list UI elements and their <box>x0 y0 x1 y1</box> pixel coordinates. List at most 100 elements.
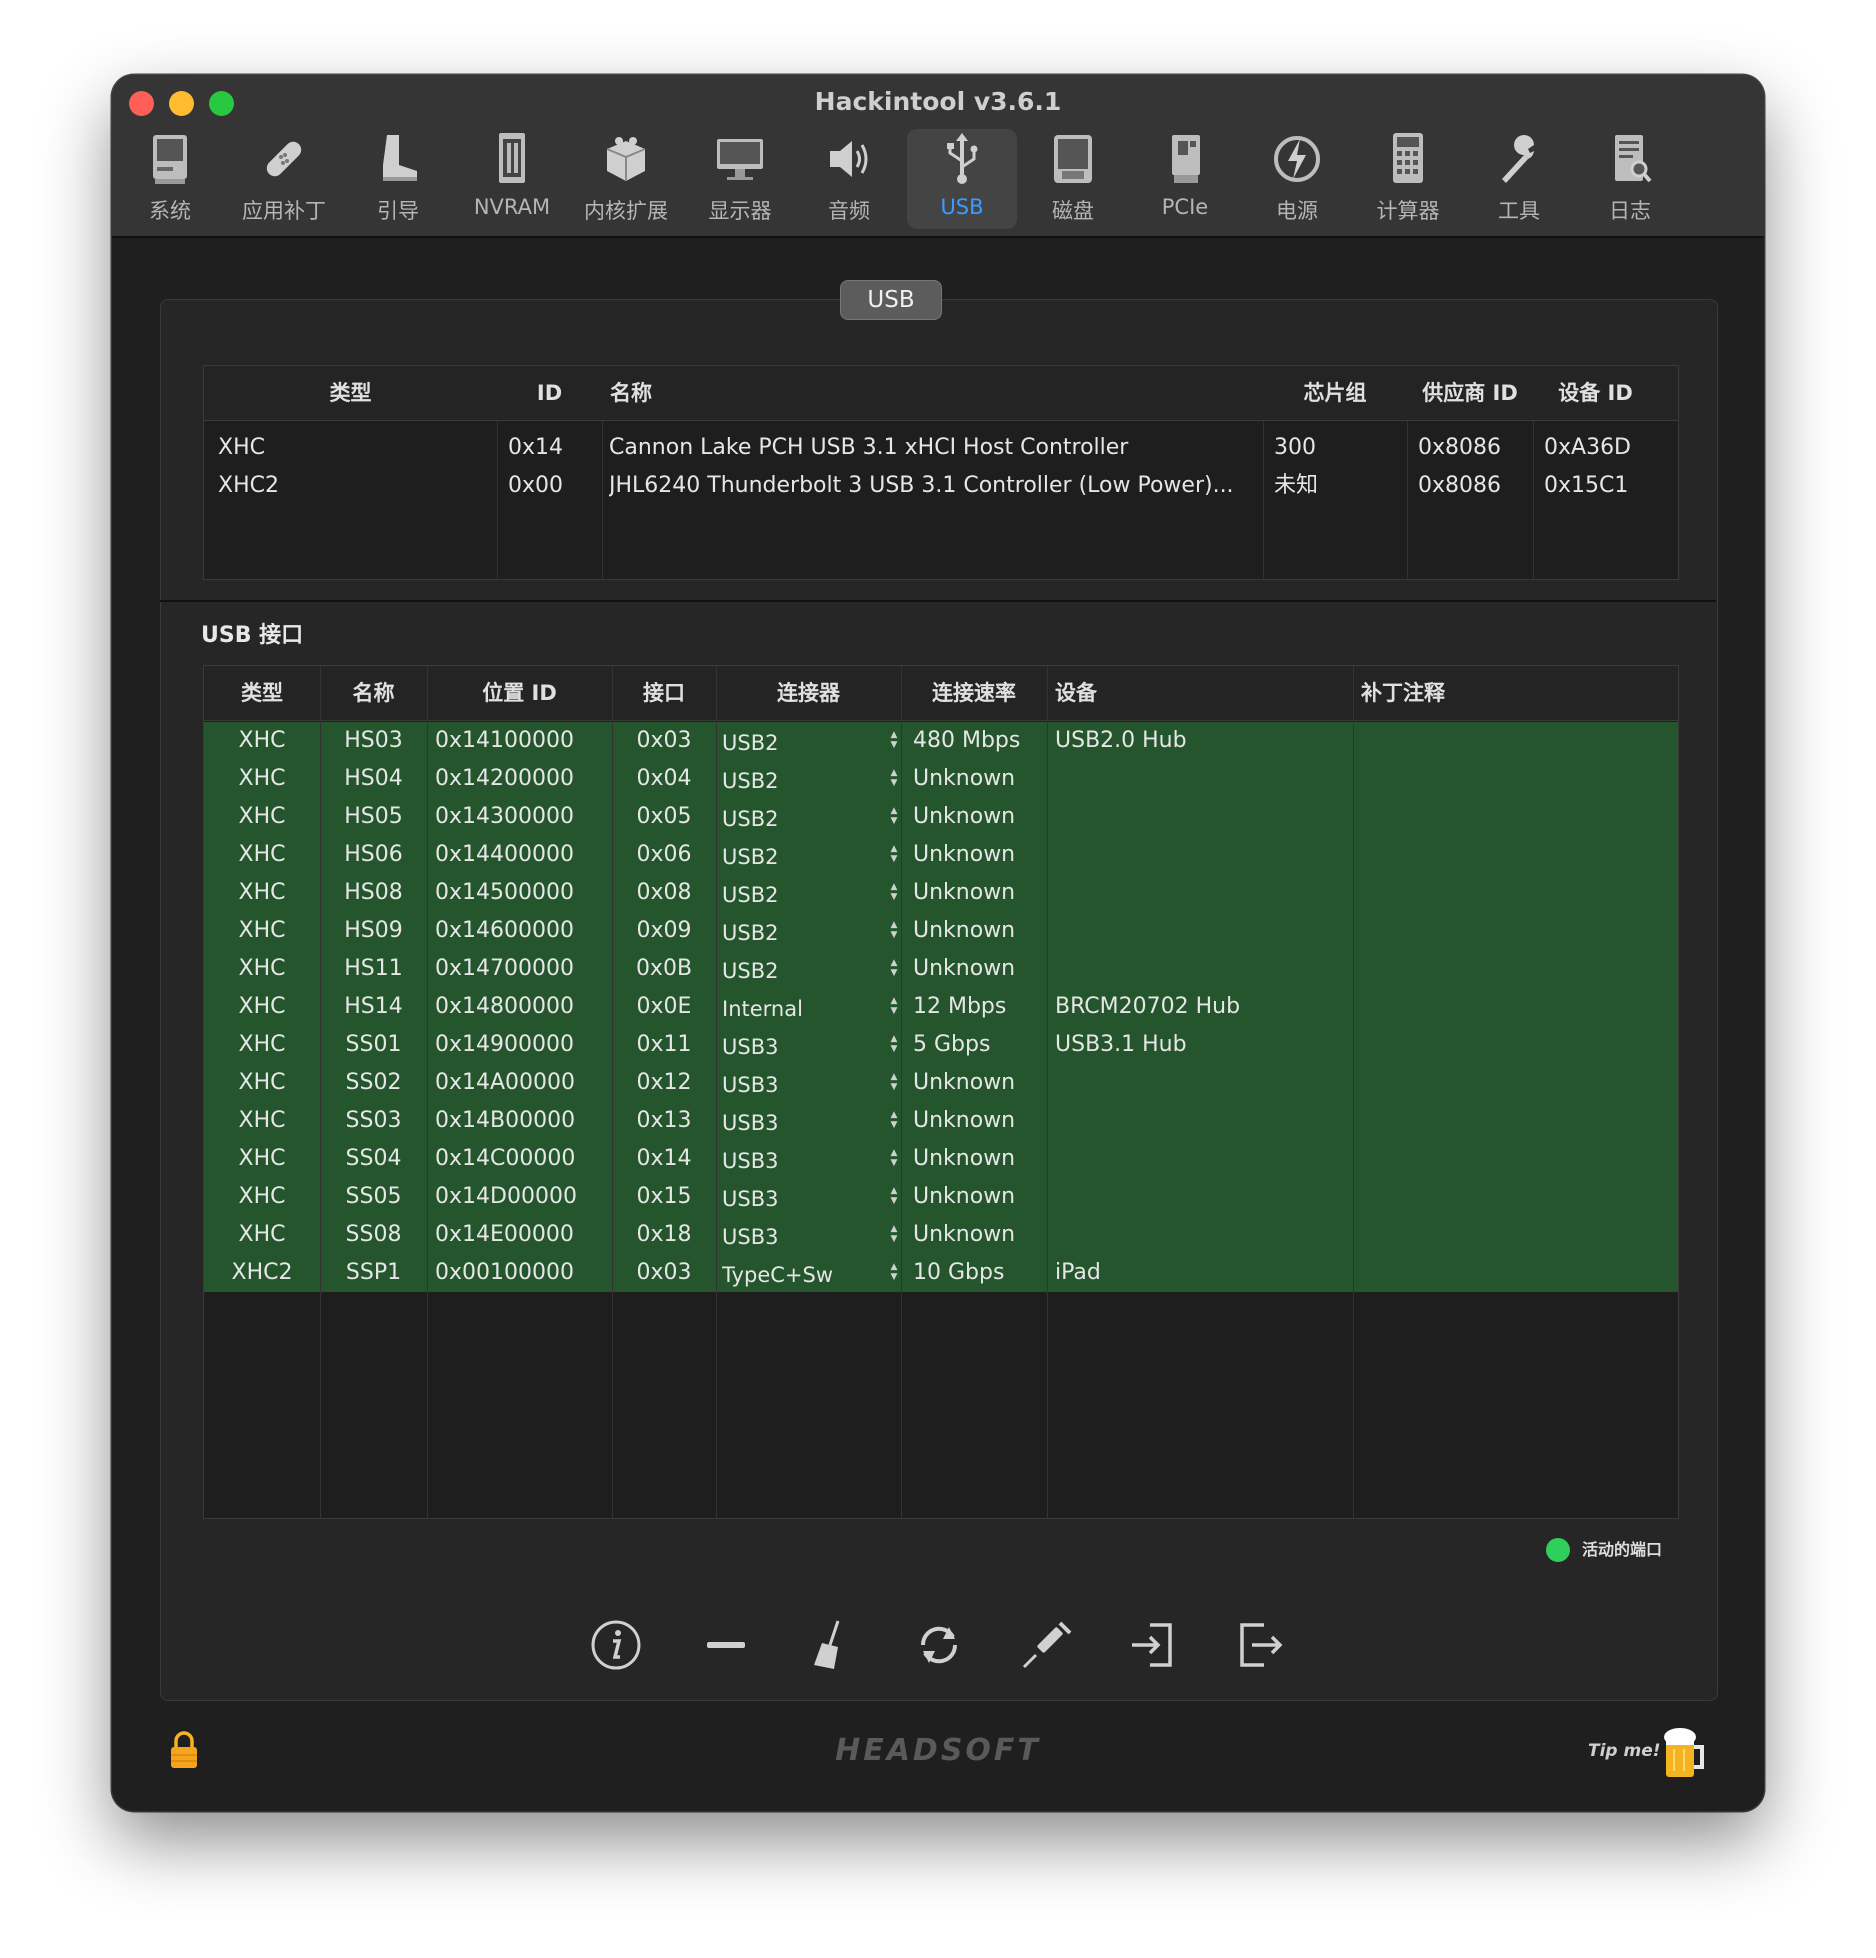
port-speed: Unknown <box>913 1222 1016 1247</box>
col-id[interactable]: ID <box>497 366 602 420</box>
col-chipset[interactable]: 芯片组 <box>1263 366 1407 420</box>
port-connector[interactable]: Internal <box>722 990 882 1028</box>
minus-icon[interactable] <box>696 1615 756 1675</box>
port-connector[interactable]: USB3 <box>722 1104 882 1142</box>
port-connector[interactable]: USB2 <box>722 838 882 876</box>
info-icon[interactable] <box>586 1615 646 1675</box>
tab-kext[interactable]: 内核扩展 <box>571 129 681 229</box>
port-connector[interactable]: USB2 <box>722 952 882 990</box>
connector-stepper-icon[interactable]: ▲ ▼ <box>888 958 900 978</box>
port-connector[interactable]: USB2 <box>722 876 882 914</box>
col-speed[interactable]: 连接速率 <box>901 666 1047 720</box>
port-row[interactable]: XHC SS08 0x14E00000 0x18 USB3 Unknown ▲ ▼ <box>204 1216 1678 1254</box>
broom-icon[interactable] <box>800 1615 860 1675</box>
tip-me-label[interactable]: Tip me! <box>1588 1741 1661 1761</box>
col-port-name[interactable]: 名称 <box>320 666 427 720</box>
port-device: USB2.0 Hub <box>1055 728 1187 753</box>
port-type: XHC <box>238 1222 286 1247</box>
tab-disk[interactable]: 磁盘 <box>1018 129 1128 229</box>
port-type: XHC <box>238 956 286 981</box>
export-icon[interactable] <box>1230 1615 1290 1675</box>
port-row[interactable]: XHC HS09 0x14600000 0x09 USB2 Unknown ▲ ▼ <box>204 912 1678 950</box>
port-row[interactable]: XHC SS01 0x14900000 0x11 USB3 5 Gbps USB3.1 Hu… <box>204 1026 1678 1064</box>
connector-stepper-icon[interactable]: ▲ ▼ <box>888 1224 900 1244</box>
connector-stepper-icon[interactable]: ▲ ▼ <box>888 1148 900 1168</box>
port-device <box>1055 1140 1345 1178</box>
port-connector[interactable]: USB3 <box>722 1028 882 1066</box>
port-location-id: 0x14100000 <box>435 728 574 753</box>
port-row[interactable]: XHC2 SSP1 0x00100000 0x03 TypeC+Sw 10 Gbps iPa… <box>204 1254 1678 1292</box>
connector-stepper-icon[interactable]: ▲ ▼ <box>888 1072 900 1092</box>
port-number: 0x14 <box>636 1146 692 1171</box>
tab-usb[interactable]: USB <box>907 129 1017 229</box>
tab-kext-label: 内核扩展 <box>584 199 668 223</box>
port-row[interactable]: XHC HS04 0x14200000 0x04 USB2 Unknown ▲ ▼ <box>204 760 1678 798</box>
syringe-icon[interactable] <box>1018 1615 1078 1675</box>
port-connector[interactable]: USB2 <box>722 762 882 800</box>
connector-stepper-icon[interactable]: ▲ ▼ <box>888 882 900 902</box>
port-location-id: 0x14B00000 <box>435 1108 576 1133</box>
controllers-table[interactable]: 类型 ID 名称 芯片组 供应商 ID 设备 ID XHC 0x14 Cannon … <box>203 365 1679 580</box>
port-row[interactable]: XHC HS11 0x14700000 0x0B USB2 Unknown ▲ ▼ <box>204 950 1678 988</box>
port-number: 0x08 <box>636 880 692 905</box>
tab-log[interactable]: 日志 <box>1575 129 1685 229</box>
col-connector[interactable]: 连接器 <box>716 666 901 720</box>
port-row[interactable]: XHC SS05 0x14D00000 0x15 USB3 Unknown ▲ ▼ <box>204 1178 1678 1216</box>
port-row[interactable]: XHC SS02 0x14A00000 0x12 USB3 Unknown ▲ ▼ <box>204 1064 1678 1102</box>
tab-audio[interactable]: 音频 <box>794 129 904 229</box>
system-icon <box>153 135 187 184</box>
port-number: 0x0E <box>636 994 692 1019</box>
port-row[interactable]: XHC SS03 0x14B00000 0x13 USB3 Unknown ▲ ▼ <box>204 1102 1678 1140</box>
port-type: XHC <box>238 842 286 867</box>
connector-stepper-icon[interactable]: ▲ ▼ <box>888 920 900 940</box>
port-connector[interactable]: USB3 <box>722 1180 882 1218</box>
connector-stepper-icon[interactable]: ▲ ▼ <box>888 1262 900 1282</box>
port-type: XHC <box>238 1032 286 1057</box>
tab-display[interactable]: 显示器 <box>685 129 795 229</box>
col-vendor-id[interactable]: 供应商 ID <box>1407 366 1533 420</box>
tab-power[interactable]: 电源 <box>1242 129 1352 229</box>
col-device[interactable]: 设备 <box>1055 666 1345 720</box>
usb-ports-table[interactable]: 类型 名称 位置 ID 接口 连接器 连接速率 设备 补丁注释 XHC HS03 0… <box>203 665 1679 1519</box>
col-device-id[interactable]: 设备 ID <box>1533 366 1658 420</box>
port-row[interactable]: XHC HS14 0x14800000 0x0E Internal 12 Mbps BRCM… <box>204 988 1678 1026</box>
tab-patch[interactable]: 应用补丁 <box>229 129 339 229</box>
tab-tools[interactable]: 工具 <box>1464 129 1574 229</box>
tab-nvram[interactable]: NVRAM <box>457 129 567 229</box>
connector-stepper-icon[interactable]: ▲ ▼ <box>888 996 900 1016</box>
port-row[interactable]: XHC HS05 0x14300000 0x05 USB2 Unknown ▲ ▼ <box>204 798 1678 836</box>
port-connector[interactable]: USB3 <box>722 1142 882 1180</box>
col-type[interactable]: 类型 <box>204 366 497 420</box>
port-row[interactable]: XHC HS06 0x14400000 0x06 USB2 Unknown ▲ ▼ <box>204 836 1678 874</box>
port-row[interactable]: XHC SS04 0x14C00000 0x14 USB3 Unknown ▲ ▼ <box>204 1140 1678 1178</box>
controller-row[interactable]: XHC2 0x00 JHL6240 Thunderbolt 3 USB 3.1 Co… <box>204 467 1678 505</box>
port-connector[interactable]: USB2 <box>722 800 882 838</box>
col-port[interactable]: 接口 <box>612 666 716 720</box>
port-connector[interactable]: TypeC+Sw <box>722 1256 882 1294</box>
connector-stepper-icon[interactable]: ▲ ▼ <box>888 1034 900 1054</box>
connector-stepper-icon[interactable]: ▲ ▼ <box>888 768 900 788</box>
port-connector[interactable]: USB2 <box>722 724 882 762</box>
connector-stepper-icon[interactable]: ▲ ▼ <box>888 844 900 864</box>
connector-stepper-icon[interactable]: ▲ ▼ <box>888 806 900 826</box>
col-patch-comment[interactable]: 补丁注释 <box>1361 666 1651 720</box>
beer-icon[interactable] <box>1660 1725 1706 1781</box>
connector-stepper-icon[interactable]: ▲ ▼ <box>888 1186 900 1206</box>
col-location-id[interactable]: 位置 ID <box>427 666 612 720</box>
refresh-icon[interactable] <box>909 1615 969 1675</box>
col-name[interactable]: 名称 <box>610 366 1250 420</box>
col-port-type[interactable]: 类型 <box>204 666 320 720</box>
controller-row[interactable]: XHC 0x14 Cannon Lake PCH USB 3.1 xHCI Host… <box>204 429 1678 467</box>
connector-stepper-icon[interactable]: ▲ ▼ <box>888 730 900 750</box>
tab-calculator[interactable]: 计算器 <box>1353 129 1463 229</box>
port-row[interactable]: XHC HS03 0x14100000 0x03 USB2 480 Mbps USB2.0 … <box>204 722 1678 760</box>
tab-pcie[interactable]: PCIe <box>1130 129 1240 229</box>
connector-stepper-icon[interactable]: ▲ ▼ <box>888 1110 900 1130</box>
port-connector[interactable]: USB2 <box>722 914 882 952</box>
tab-boot[interactable]: 引导 <box>343 129 453 229</box>
tab-system[interactable]: 系统 <box>115 129 225 229</box>
import-icon[interactable] <box>1124 1615 1184 1675</box>
port-row[interactable]: XHC HS08 0x14500000 0x08 USB2 Unknown ▲ ▼ <box>204 874 1678 912</box>
port-connector[interactable]: USB3 <box>722 1066 882 1104</box>
port-connector[interactable]: USB3 <box>722 1218 882 1256</box>
